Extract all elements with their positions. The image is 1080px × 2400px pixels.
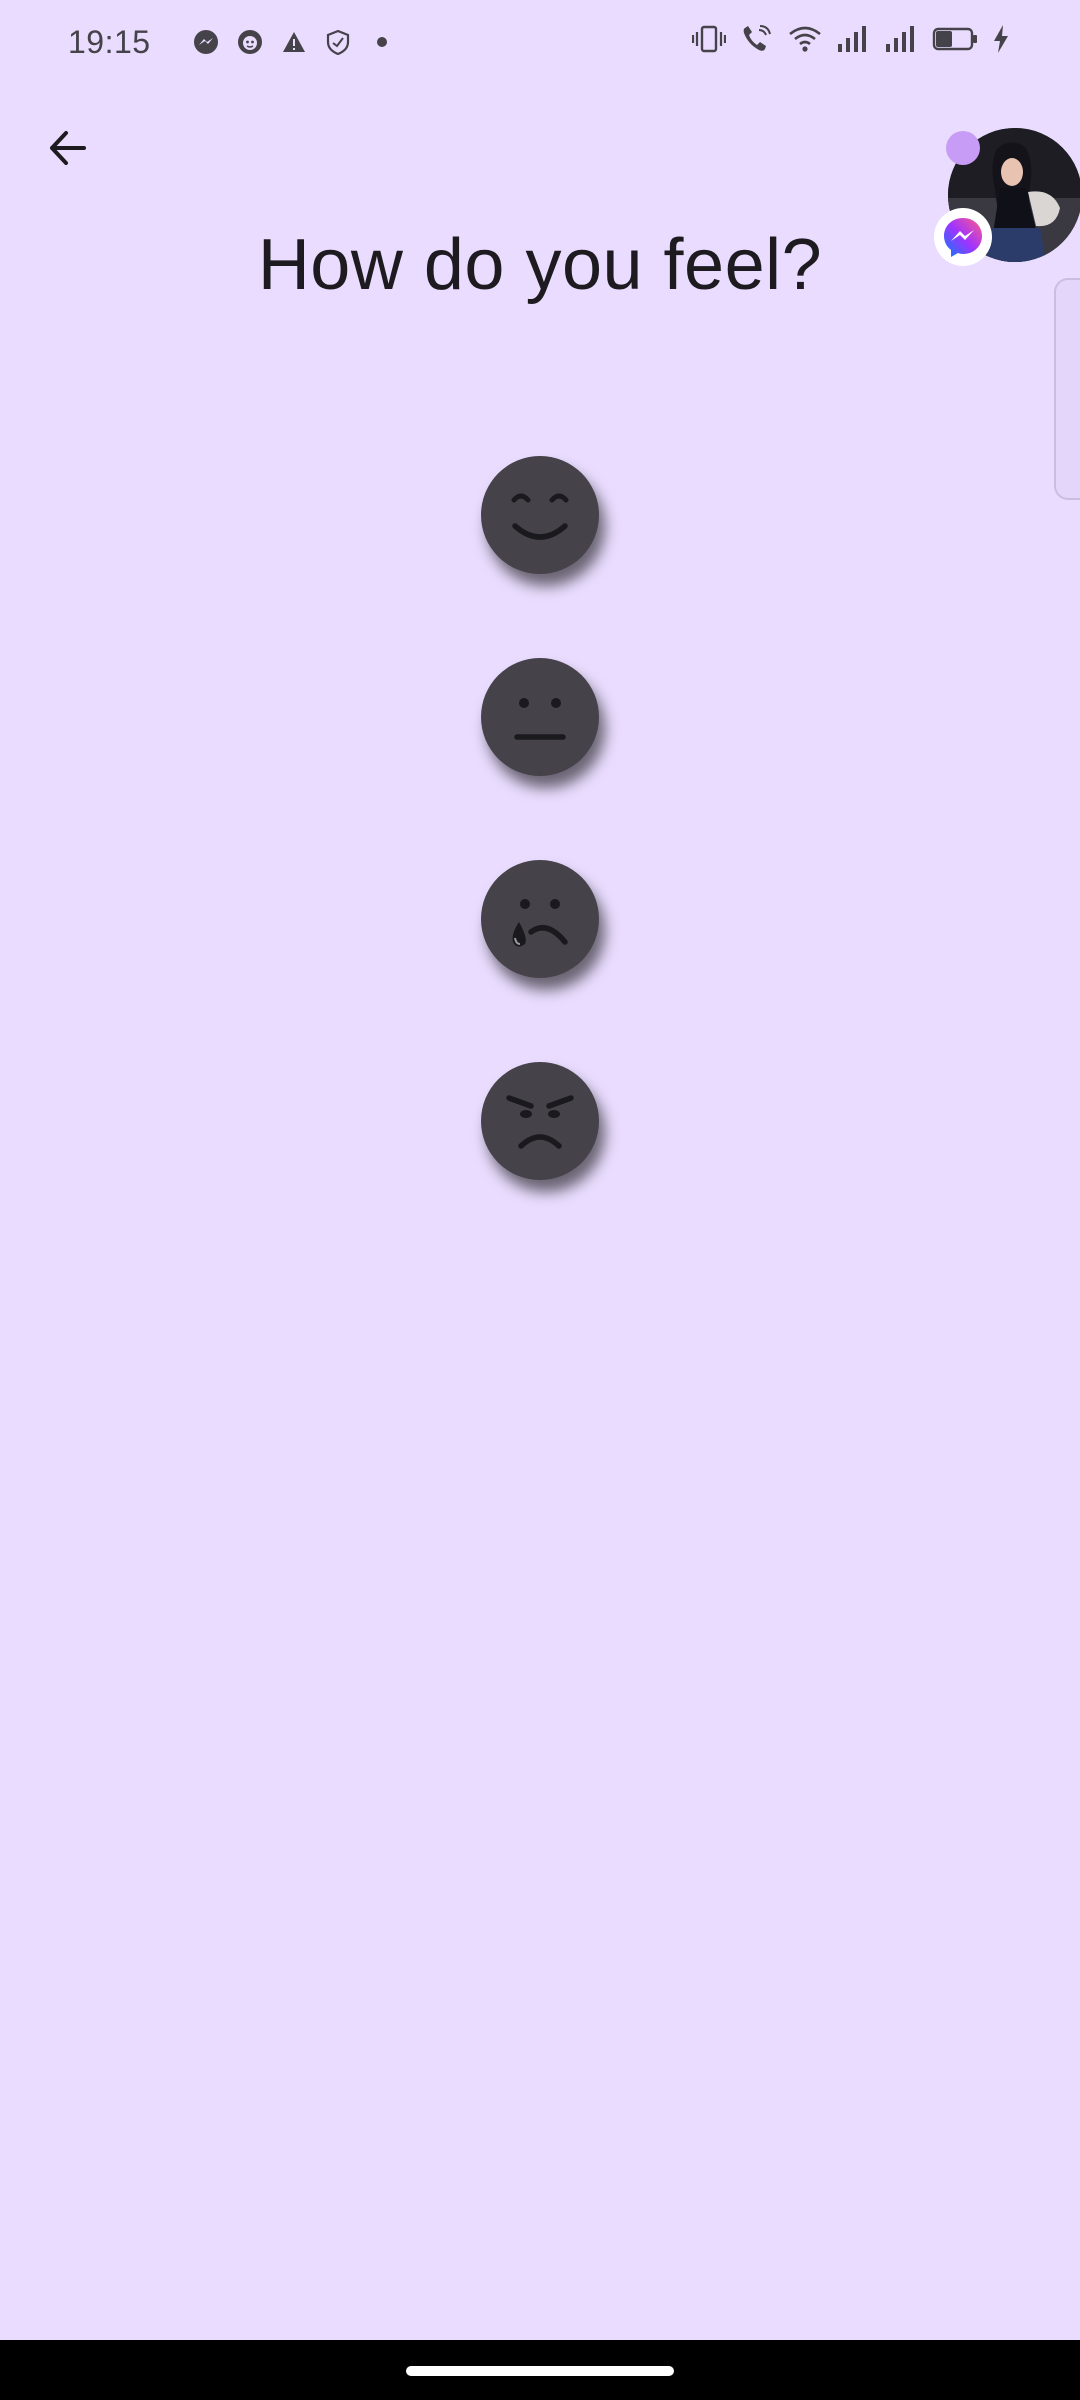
crying-face-icon [512,899,568,947]
mood-sad-button[interactable] [481,860,599,978]
messenger-icon [944,218,982,257]
warning-icon [282,32,305,52]
signal-icon [838,26,866,52]
cat-face-icon [237,30,262,54]
signal-icon [886,26,914,52]
mood-angry-button[interactable] [481,1062,599,1180]
messenger-badge [934,208,992,266]
system-icons [692,24,1010,54]
status-time: 19:15 [68,23,151,60]
back-button[interactable] [34,114,102,182]
home-indicator[interactable] [406,2366,674,2376]
messenger-icon [193,30,218,54]
chat-head-unread-dot [946,131,980,165]
vibrate-icon [692,25,726,53]
charging-bolt-icon [994,25,1008,53]
dot-icon [376,37,387,47]
notification-icons [193,29,395,55]
mood-neutral-button[interactable] [481,658,599,776]
angry-face-icon [506,1095,574,1149]
mood-happy-button[interactable] [481,456,599,574]
arrow-left-icon [50,131,86,165]
shield-icon [326,29,349,55]
battery-icon [932,27,977,51]
status-bar: 19:15 [0,0,1080,84]
mood-list [0,456,1080,1180]
smiling-face-icon [511,493,569,540]
wifi-icon [789,26,821,52]
edge-panel-handle[interactable] [1054,278,1080,500]
page-title: How do you feel? [257,225,823,305]
wifi-call-icon [743,25,771,51]
neutral-face-icon [514,698,566,740]
